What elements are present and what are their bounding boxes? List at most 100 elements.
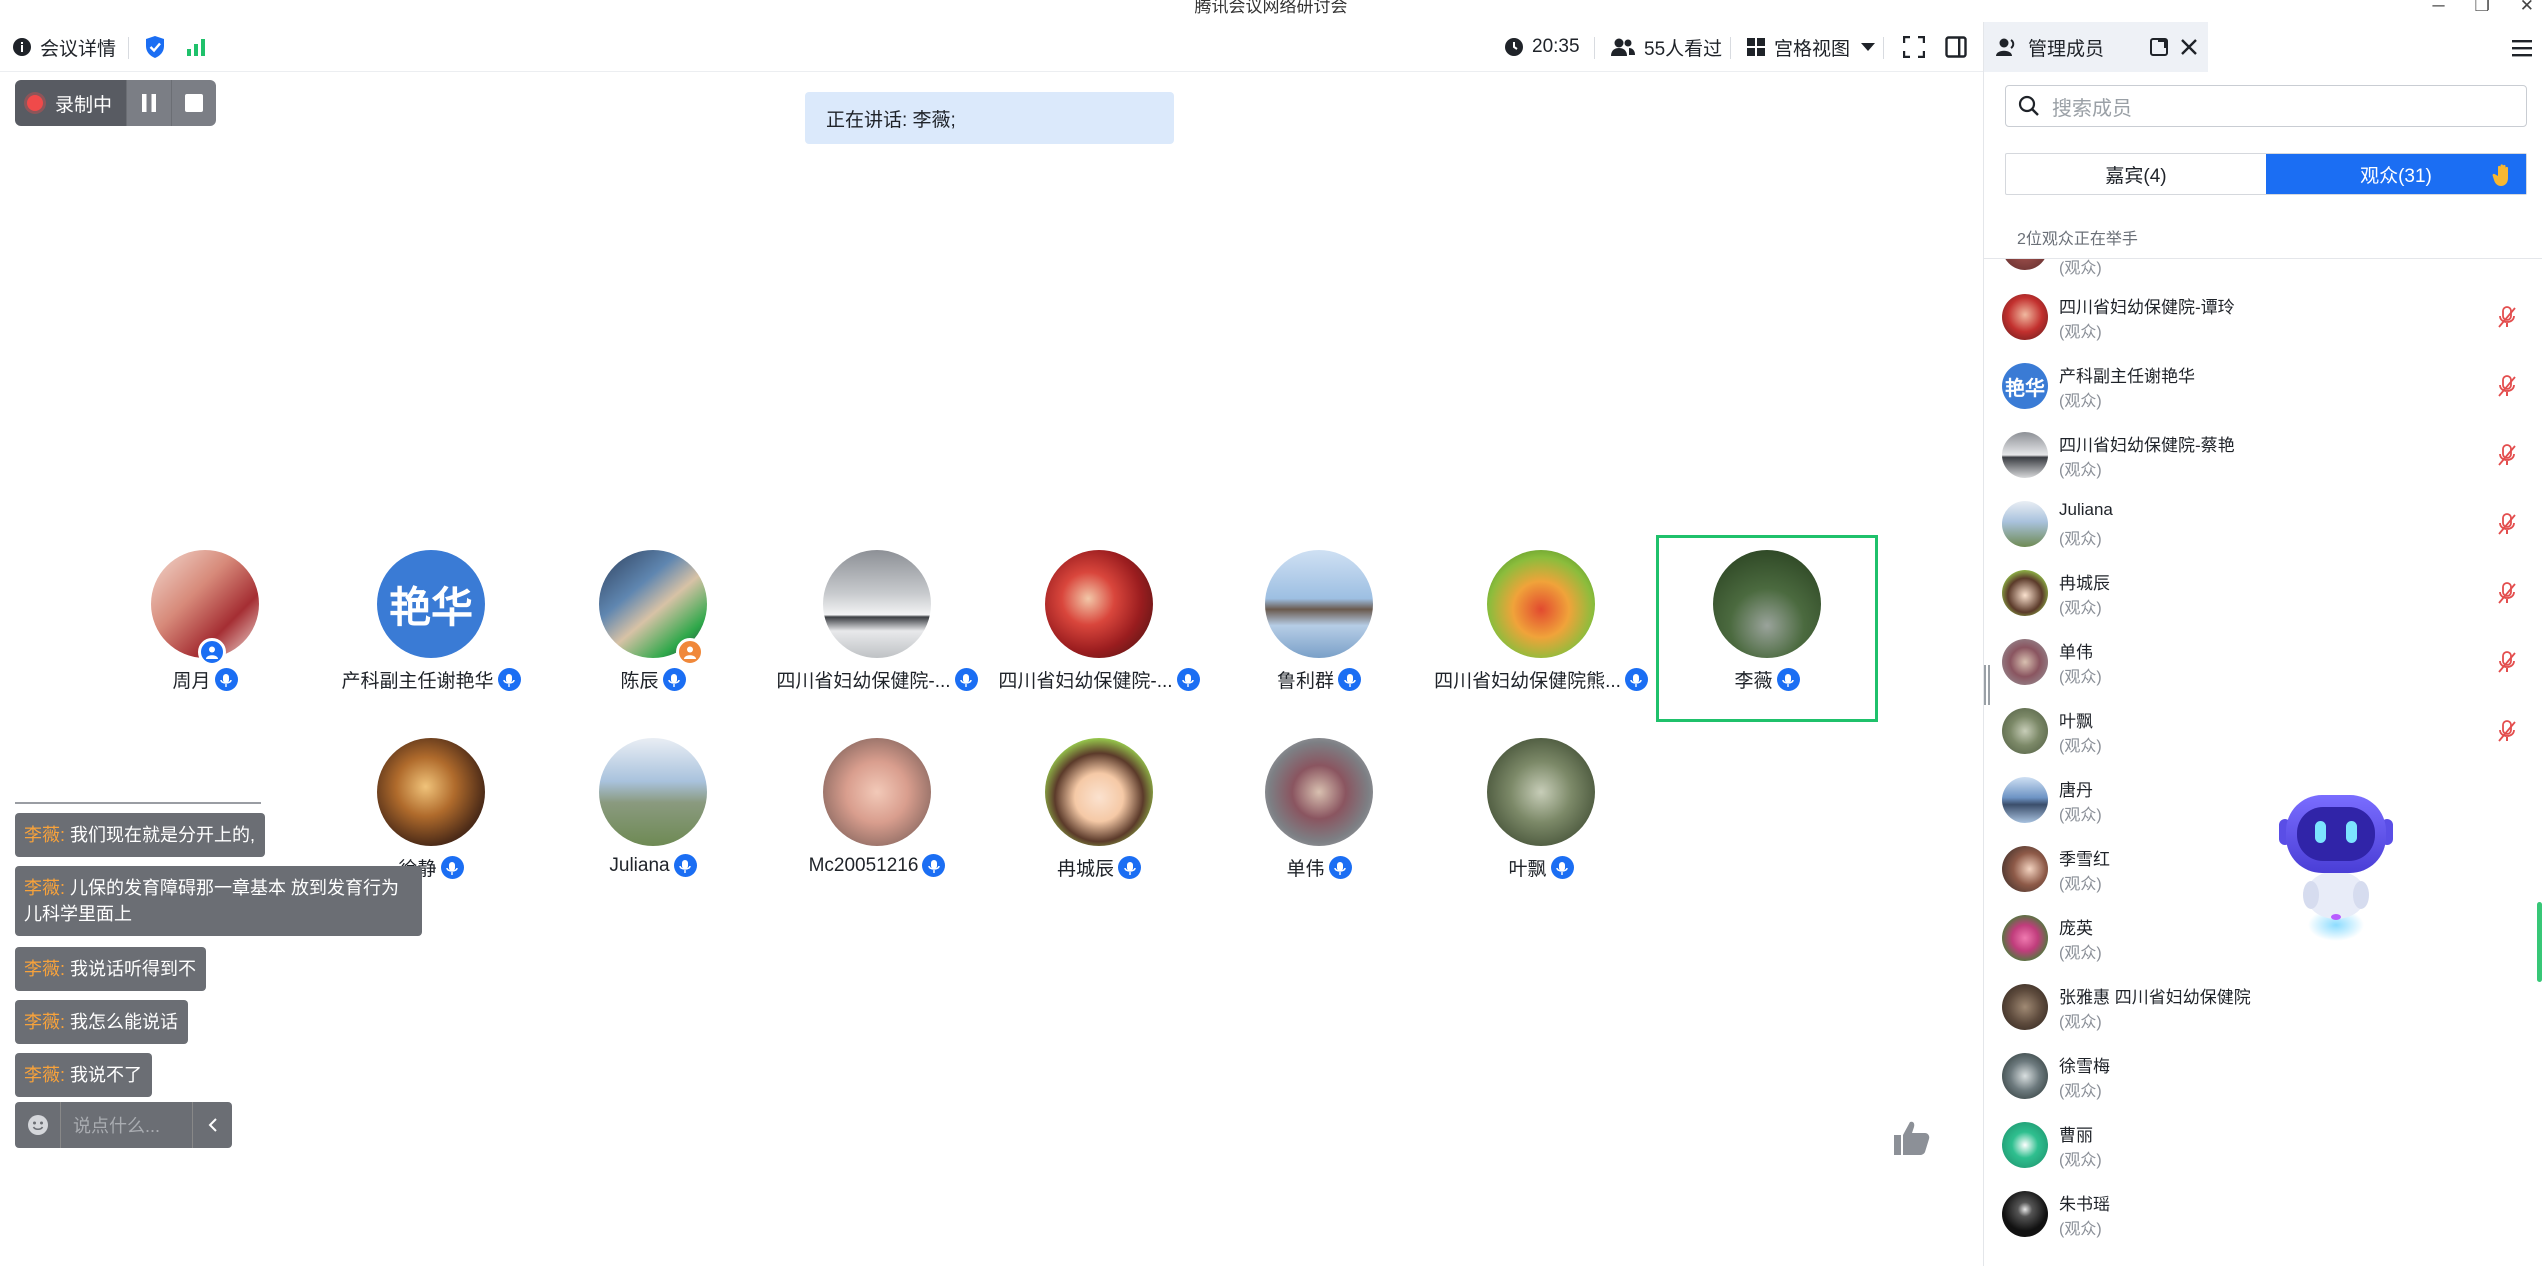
tab-audience[interactable]: 观众(31) xyxy=(2266,154,2526,194)
member-name: 庞英 xyxy=(2059,919,2093,938)
member-row[interactable]: Juliana (观众) xyxy=(1984,493,2542,562)
member-row[interactable]: 徐雪梅 (观众) xyxy=(1984,1045,2542,1114)
participant-tile[interactable]: 鲁利群 xyxy=(1214,550,1424,710)
participant-tile[interactable]: 周月 xyxy=(100,550,310,710)
sidebar-toggle-button[interactable] xyxy=(1945,22,1975,72)
view-mode-dropdown[interactable]: 宫格视图 xyxy=(1746,22,1884,72)
panel-resize-handle[interactable] xyxy=(1983,665,1991,705)
close-panel-icon[interactable] xyxy=(2180,38,2198,56)
member-row[interactable]: 张雅惠 四川省妇幼保健院 (观众) xyxy=(1984,976,2542,1045)
member-row[interactable]: 唐丹 (观众) xyxy=(1984,769,2542,838)
participant-name: 陈辰 xyxy=(620,671,659,692)
member-name: 季雪红 xyxy=(2059,850,2110,869)
participant-tile[interactable]: Mc20051216 xyxy=(772,738,982,898)
avatar xyxy=(2002,639,2048,685)
avatar xyxy=(1265,550,1373,658)
meeting-info-button[interactable]: 会议详情 xyxy=(12,22,116,72)
participant-name: 产科副主任谢艳华 xyxy=(341,671,494,692)
minimize-icon[interactable]: ─ xyxy=(2432,0,2444,16)
mic-muted-icon[interactable] xyxy=(2497,512,2517,536)
member-row[interactable]: 曹丽 (观众) xyxy=(1984,1114,2542,1183)
like-icon[interactable] xyxy=(1890,1118,1932,1158)
divider xyxy=(1883,37,1884,59)
member-row[interactable]: 艳华 产科副主任谢艳华 (观众) xyxy=(1984,355,2542,424)
member-role: (观众) xyxy=(2059,1221,2102,1238)
mic-on-icon xyxy=(1550,856,1574,879)
popout-icon[interactable] xyxy=(2149,37,2169,57)
participant-tile[interactable]: Juliana xyxy=(548,738,758,898)
member-row[interactable]: 四川省妇幼保健院-蔡艳 (观众) xyxy=(1984,424,2542,493)
member-row[interactable]: 四川省妇幼保健院-谭玲 (观众) xyxy=(1984,286,2542,355)
member-row-partial[interactable]: (观众) xyxy=(1984,259,2542,284)
participant-tile[interactable]: 艳华 产科副主任谢艳华 xyxy=(326,550,536,710)
raised-hand-icon xyxy=(2492,164,2508,186)
participant-tile[interactable]: 单伟 xyxy=(1214,738,1424,898)
divider xyxy=(128,37,129,59)
avatar xyxy=(823,550,931,658)
avatar xyxy=(2002,984,2048,1030)
participant-tile-active-speaker[interactable]: 李薇 xyxy=(1656,535,1878,722)
emoji-icon xyxy=(27,1115,48,1135)
avatar xyxy=(1265,738,1373,846)
mic-on-icon xyxy=(1338,668,1361,691)
emoji-button[interactable] xyxy=(15,1102,61,1148)
speaking-banner: 正在讲话: 李薇; xyxy=(805,92,1174,144)
menu-icon[interactable] xyxy=(2512,39,2532,57)
avatar xyxy=(2002,432,2048,478)
manage-members-tab[interactable]: 管理成员 xyxy=(1984,22,2208,72)
member-row[interactable]: 朱书瑶 (观众) xyxy=(1984,1183,2542,1252)
scrollbar-thumb[interactable] xyxy=(2537,902,2542,982)
top-toolbar: 会议详情 20:35 55人看过 宫格视图 xyxy=(0,22,1983,72)
tab-audience-label: 观众(31) xyxy=(2360,165,2432,187)
member-row[interactable]: 季雪红 (观众) xyxy=(1984,838,2542,907)
recording-status[interactable]: 录制中 xyxy=(15,80,127,126)
mic-muted-icon[interactable] xyxy=(2497,581,2517,605)
ai-assistant-robot-icon[interactable] xyxy=(2271,785,2401,945)
participant-tile[interactable]: 叶飘 xyxy=(1436,738,1646,898)
member-search-input[interactable]: 搜索成员 xyxy=(2005,85,2527,127)
participant-tile[interactable]: 陈辰 xyxy=(548,550,758,710)
member-role: (观众) xyxy=(2059,945,2102,962)
participant-tile[interactable]: 四川省妇幼保健院-... xyxy=(994,550,1204,710)
participant-name: 四川省妇幼保健院-... xyxy=(776,671,951,692)
pause-recording-button[interactable] xyxy=(126,80,172,126)
participant-tile[interactable]: 四川省妇幼保健院-... xyxy=(772,550,982,710)
viewers-count[interactable]: 55人看过 xyxy=(1610,22,1722,72)
participant-tile[interactable]: 四川省妇幼保健院熊... xyxy=(1434,550,1648,710)
grid-icon xyxy=(1747,38,1765,56)
avatar xyxy=(2002,1053,2048,1099)
chat-sender: 李薇: xyxy=(24,1012,66,1032)
search-icon xyxy=(2018,95,2039,116)
restore-icon[interactable]: ❐ xyxy=(2475,0,2490,16)
mic-muted-icon[interactable] xyxy=(2497,650,2517,674)
mic-muted-icon[interactable] xyxy=(2497,719,2517,743)
mic-muted-icon[interactable] xyxy=(2497,305,2517,329)
member-name: 曹丽 xyxy=(2059,1126,2093,1145)
mic-muted-icon[interactable] xyxy=(2497,443,2517,467)
fullscreen-button[interactable] xyxy=(1903,22,1933,72)
mic-muted-icon[interactable] xyxy=(2497,374,2517,398)
close-icon[interactable]: ✕ xyxy=(2520,0,2534,16)
signal-strength[interactable] xyxy=(186,22,216,72)
avatar xyxy=(2002,915,2048,961)
security-shield[interactable] xyxy=(144,22,174,72)
fullscreen-icon xyxy=(1903,36,1925,58)
avatar xyxy=(2002,846,2048,892)
member-row[interactable]: 单伟 (观众) xyxy=(1984,631,2542,700)
participant-name: 单伟 xyxy=(1286,859,1325,880)
chat-sender: 李薇: xyxy=(24,825,66,845)
chat-input-bar: 说点什么... xyxy=(15,1102,232,1148)
chat-input[interactable]: 说点什么... xyxy=(61,1112,192,1138)
participant-tile[interactable]: 冉城辰 xyxy=(994,738,1204,898)
member-row[interactable]: 叶飘 (观众) xyxy=(1984,700,2542,769)
users-icon xyxy=(1611,38,1635,56)
avatar: 艳华 xyxy=(2002,363,2048,409)
tab-guests[interactable]: 嘉宾(4) xyxy=(2006,154,2266,194)
participant-name: 周月 xyxy=(172,671,211,692)
member-row[interactable]: 庞英 (观众) xyxy=(1984,907,2542,976)
member-row[interactable]: 冉城辰 (观众) xyxy=(1984,562,2542,631)
collapse-chat-button[interactable] xyxy=(192,1102,232,1148)
member-name: 四川省妇幼保健院-谭玲 xyxy=(2059,298,2235,317)
chat-sender: 李薇: xyxy=(24,959,66,979)
stop-recording-button[interactable] xyxy=(171,80,217,126)
